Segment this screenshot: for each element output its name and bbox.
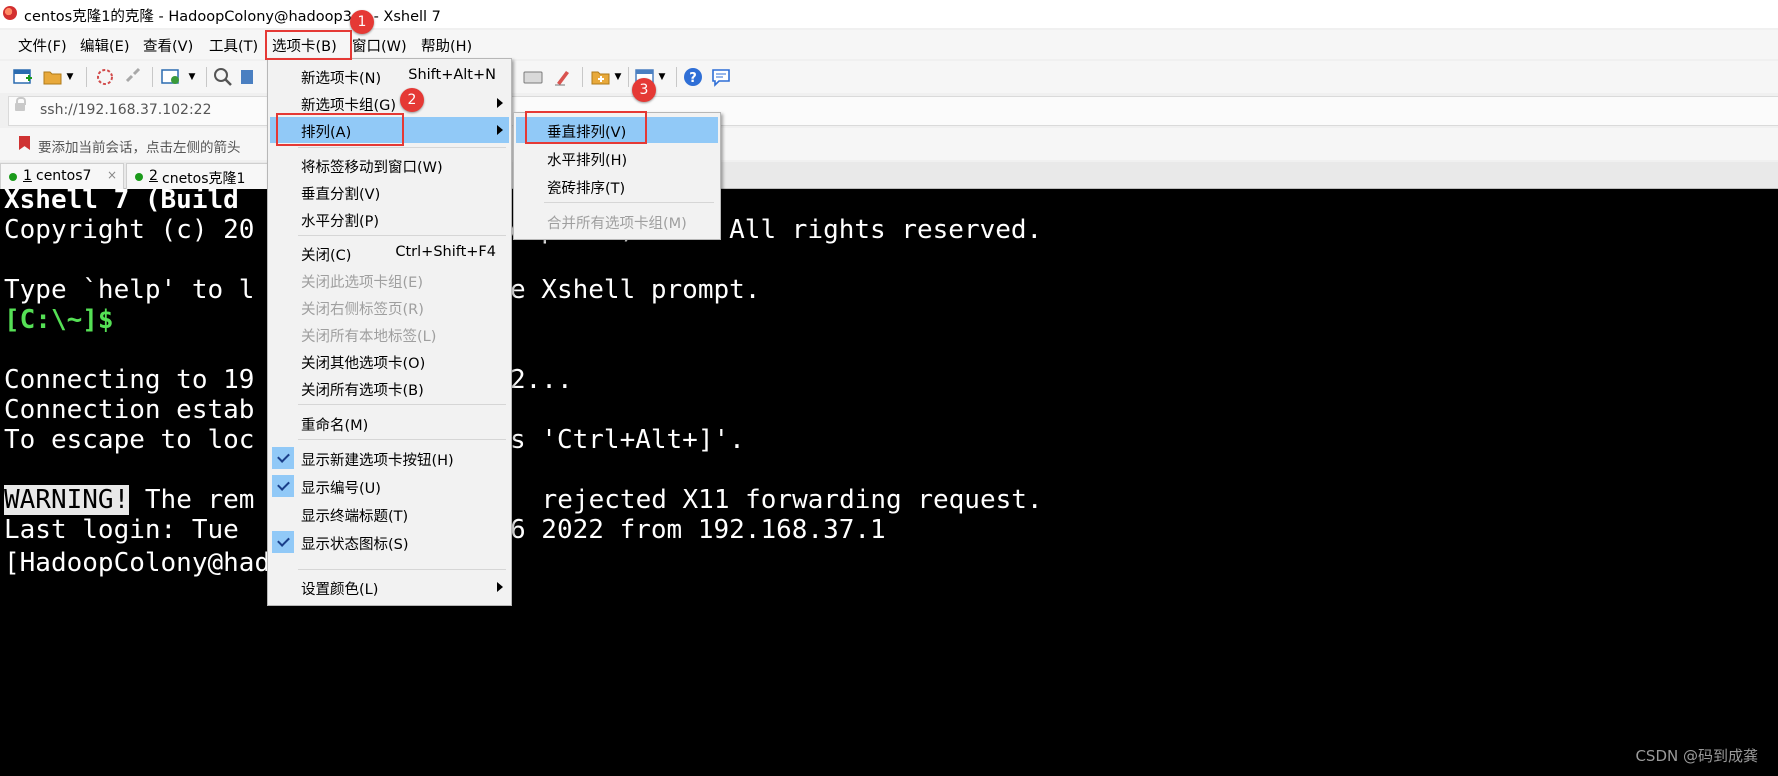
menu-item-move-to-window[interactable]: 将标签移动到窗口(W) bbox=[270, 152, 509, 178]
menu-item-close-others[interactable]: 关闭其他选项卡(O) bbox=[270, 348, 509, 374]
tab-cnetos-clone[interactable]: 2 cnetos克隆1 bbox=[126, 163, 268, 189]
submenu-arrow-icon bbox=[497, 582, 503, 592]
menu-separator bbox=[544, 202, 714, 203]
toolbar-separator bbox=[86, 67, 87, 87]
annotation-box-tabs-menu bbox=[265, 30, 352, 60]
transfer-icon[interactable] bbox=[240, 66, 254, 88]
menu-separator bbox=[298, 569, 506, 570]
annotation-box-arrange bbox=[276, 113, 404, 146]
submenu-arrow-icon bbox=[497, 125, 503, 135]
annotation-box-arrange-vertical bbox=[525, 111, 647, 144]
menu-item-close-group: 关闭此选项卡组(E) bbox=[301, 275, 423, 291]
reconnect-icon[interactable] bbox=[122, 66, 144, 88]
terminal-local-prompt: [C:\~]$ bbox=[4, 305, 114, 335]
new-session-icon[interactable] bbox=[12, 66, 34, 88]
toolbar-separator bbox=[152, 67, 153, 87]
chevron-down-icon[interactable]: ▼ bbox=[656, 66, 668, 88]
terminal-line: Connection estab bbox=[4, 395, 255, 425]
warning-label: WARNING! bbox=[4, 485, 130, 515]
terminal-line: WARNING! The rem rejected X11 forwarding… bbox=[4, 485, 1043, 515]
watermark: CSDN @码到成龚 bbox=[1635, 747, 1758, 765]
svg-text:?: ? bbox=[689, 71, 697, 86]
bookmark-icon[interactable] bbox=[19, 136, 30, 150]
session-properties-icon[interactable] bbox=[160, 66, 182, 88]
menu-item-merge-all-groups: 合并所有选项卡组(M) bbox=[547, 216, 687, 232]
menu-item-show-terminal-title[interactable]: 显示终端标题(T) bbox=[270, 501, 509, 527]
terminal-line: Connecting to 19 2... bbox=[4, 365, 573, 395]
menu-file[interactable]: 文件(F) bbox=[18, 35, 67, 56]
toolbar-separator bbox=[676, 67, 677, 87]
menu-separator bbox=[298, 439, 506, 440]
menu-separator bbox=[298, 147, 506, 148]
status-dot-icon bbox=[9, 173, 17, 181]
menu-item-show-new-tab-button[interactable]: 显示新建选项卡按钮(H) bbox=[270, 445, 509, 471]
menu-item-show-number[interactable]: 显示编号(U) bbox=[270, 473, 509, 499]
session-hint-text: 要添加当前会话，点击左侧的箭头 bbox=[38, 140, 241, 156]
annotation-badge-1: 1 bbox=[350, 10, 374, 34]
menu-item-close[interactable]: 关闭(C) Ctrl+Shift+F4 bbox=[270, 240, 509, 266]
chevron-down-icon[interactable]: ▼ bbox=[64, 66, 76, 88]
help-icon[interactable]: ? bbox=[682, 66, 704, 88]
menu-view[interactable]: 查看(V) bbox=[143, 35, 193, 56]
close-icon[interactable]: × bbox=[107, 168, 117, 182]
submenu-arrow-icon bbox=[497, 98, 503, 108]
xshell-app-icon[interactable] bbox=[3, 6, 17, 20]
menu-item-close-all[interactable]: 关闭所有选项卡(B) bbox=[270, 375, 509, 401]
menu-item-set-color[interactable]: 设置颜色(L) bbox=[270, 574, 509, 600]
window-title: centos克隆1的克隆 - HadoopColony@hadoop3:~ - … bbox=[24, 9, 441, 25]
toolbar-separator bbox=[582, 67, 583, 87]
terminal-line: To escape to loc s 'Ctrl+Alt+]'. bbox=[4, 425, 745, 455]
menu-window[interactable]: 窗口(W) bbox=[352, 35, 407, 56]
title-bar: centos克隆1的克隆 - HadoopColony@hadoop3:~ - … bbox=[0, 0, 1778, 28]
status-dot-icon bbox=[135, 173, 143, 181]
terminal-line: Copyright (c) 20 omputer, Inc. All rights… bbox=[4, 215, 1043, 245]
menu-item-new-tab[interactable]: 新选项卡(N) Shift+Alt+N bbox=[270, 63, 509, 89]
toolbar-separator bbox=[628, 67, 629, 87]
menu-item-arrange-tile[interactable]: 瓷砖排序(T) bbox=[516, 173, 718, 199]
check-icon bbox=[272, 475, 294, 497]
annotation-badge-2: 2 bbox=[400, 88, 424, 112]
open-folder-icon[interactable] bbox=[42, 66, 64, 88]
terminal-line: Last login: Tue 6 2022 from 192.168.37.1 bbox=[4, 515, 886, 545]
lock-icon bbox=[15, 97, 26, 111]
tab-label: centos7 bbox=[36, 168, 92, 184]
check-icon bbox=[272, 531, 294, 553]
menu-help[interactable]: 帮助(H) bbox=[421, 35, 472, 56]
tab-number: 2 bbox=[149, 168, 158, 184]
address-input[interactable]: ssh://192.168.37.102:22 bbox=[40, 102, 211, 118]
chevron-down-icon[interactable]: ▼ bbox=[612, 66, 624, 88]
menu-item-rename[interactable]: 重命名(M) bbox=[270, 410, 509, 436]
chat-icon[interactable] bbox=[710, 66, 732, 88]
menu-item-show-status-icon[interactable]: 显示状态图标(S) bbox=[270, 529, 509, 555]
menu-tools[interactable]: 工具(T) bbox=[209, 35, 258, 56]
menu-separator bbox=[298, 235, 506, 236]
annotation-badge-3: 3 bbox=[632, 78, 656, 102]
menu-item-split-horizontal[interactable]: 水平分割(P) bbox=[270, 206, 509, 232]
tab-label: cnetos克隆1 bbox=[162, 171, 246, 187]
add-folder-icon[interactable] bbox=[590, 66, 612, 88]
menu-edit[interactable]: 编辑(E) bbox=[80, 35, 129, 56]
chevron-down-icon[interactable]: ▼ bbox=[186, 66, 198, 88]
keyboard-icon[interactable] bbox=[522, 66, 544, 88]
terminal-line: Xshell 7 (Build bbox=[4, 189, 239, 215]
toolbar-separator bbox=[206, 67, 207, 87]
menu-separator bbox=[298, 404, 506, 405]
menu-item-arrange-horizontal[interactable]: 水平排列(H) bbox=[516, 145, 718, 171]
menu-item-close-local: 关闭所有本地标签(L) bbox=[301, 329, 437, 345]
terminal-line: Type `help' to le Xshell prompt. bbox=[4, 275, 761, 305]
disconnect-icon[interactable] bbox=[94, 66, 116, 88]
highlight-pen-icon[interactable] bbox=[552, 66, 574, 88]
check-icon bbox=[272, 447, 294, 469]
tab-number: 1 bbox=[23, 168, 32, 184]
menu-item-split-vertical[interactable]: 垂直分割(V) bbox=[270, 179, 509, 205]
search-icon[interactable] bbox=[212, 66, 234, 88]
tab-centos7[interactable]: 1 centos7 × bbox=[0, 163, 124, 189]
menu-item-close-right: 关闭右侧标签页(R) bbox=[301, 302, 424, 318]
